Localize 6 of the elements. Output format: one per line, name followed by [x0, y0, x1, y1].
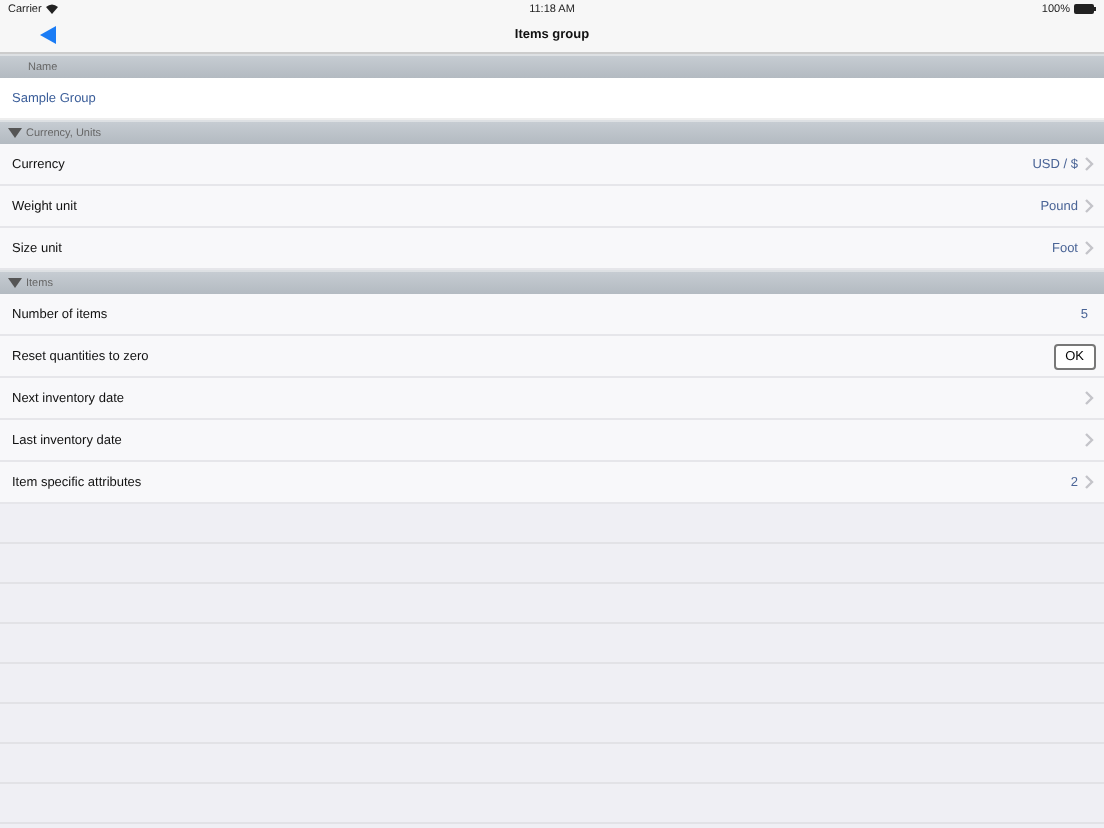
wifi-icon — [45, 4, 58, 14]
back-button[interactable] — [36, 24, 58, 46]
disclosure-triangle-icon[interactable] — [8, 128, 22, 138]
back-icon — [39, 26, 55, 44]
disclosure-triangle-icon[interactable] — [8, 278, 22, 288]
battery-icon — [1074, 4, 1096, 14]
